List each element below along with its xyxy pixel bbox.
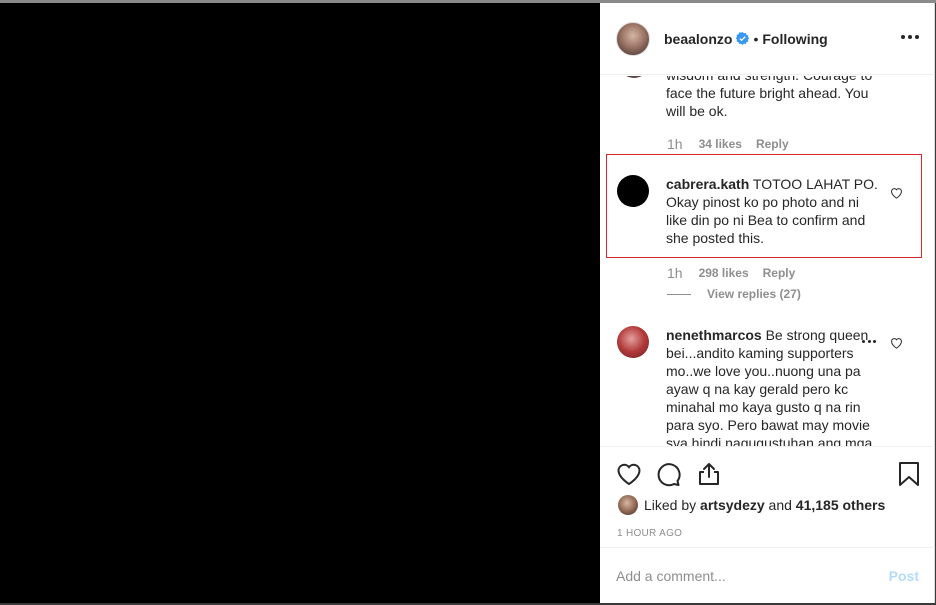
replies-line bbox=[667, 293, 691, 295]
comment-options-icon[interactable] bbox=[862, 340, 876, 343]
comments-list[interactable]: wisdom and strength. Courage to face the… bbox=[600, 76, 935, 446]
view-replies-label[interactable]: View replies (27) bbox=[707, 287, 801, 301]
comment-avatar[interactable] bbox=[617, 326, 649, 358]
comment-likes[interactable]: 34 likes bbox=[699, 137, 742, 151]
comment-body: Be strong queen bei...andito kaming supp… bbox=[666, 327, 873, 446]
comment-username[interactable]: cabrera.kath bbox=[666, 176, 749, 192]
comment-username[interactable]: nenethmarcos bbox=[666, 327, 762, 343]
post-timestamp[interactable]: 1 HOUR AGO bbox=[617, 528, 682, 539]
post-side-panel: beaalonzo • Following wisdom and strengt… bbox=[600, 3, 935, 603]
comment-input[interactable] bbox=[616, 567, 889, 584]
comment-text: wisdom and strength. Courage to face the… bbox=[666, 76, 872, 119]
author-avatar[interactable] bbox=[616, 21, 650, 56]
likes-summary: Liked by artsydezy and 41,185 others bbox=[618, 495, 885, 515]
post-header: beaalonzo • Following bbox=[600, 3, 935, 75]
liked-by-and: and bbox=[768, 497, 792, 513]
author-username[interactable]: beaalonzo bbox=[664, 31, 732, 47]
liked-by-prefix: Liked by bbox=[644, 497, 697, 513]
comment-meta: 1h 298 likes Reply bbox=[667, 265, 795, 281]
comment-likes[interactable]: 298 likes bbox=[699, 266, 749, 280]
like-heart-icon[interactable] bbox=[616, 461, 642, 487]
comment-form: Post bbox=[600, 547, 935, 603]
verified-badge-icon bbox=[736, 32, 750, 45]
bookmark-icon[interactable] bbox=[896, 461, 922, 487]
comment-avatar[interactable] bbox=[618, 76, 650, 78]
header-separator: • bbox=[753, 30, 759, 47]
liker-username[interactable]: artsydezy bbox=[700, 497, 765, 513]
post-comment-button[interactable]: Post bbox=[889, 568, 919, 584]
comment-text: nenethmarcos Be strong queen bei...andit… bbox=[666, 326, 881, 446]
comment-meta: 1h 34 likes Reply bbox=[667, 136, 789, 152]
post-image[interactable] bbox=[0, 3, 600, 603]
comment-like-icon[interactable] bbox=[890, 337, 903, 349]
likes-count[interactable]: 41,185 others bbox=[796, 497, 886, 513]
view-replies-button[interactable]: View replies (27) bbox=[667, 287, 801, 301]
more-options-icon[interactable] bbox=[901, 29, 919, 45]
comment-avatar[interactable] bbox=[617, 175, 649, 207]
following-button[interactable]: Following bbox=[762, 31, 827, 47]
reply-button[interactable]: Reply bbox=[763, 266, 796, 280]
comment-like-icon[interactable] bbox=[890, 187, 903, 199]
comment-bubble-icon[interactable] bbox=[656, 461, 682, 487]
liker-avatar[interactable] bbox=[618, 495, 638, 515]
share-icon[interactable] bbox=[696, 461, 722, 487]
comment-time[interactable]: 1h bbox=[667, 136, 683, 152]
reply-button[interactable]: Reply bbox=[756, 137, 789, 151]
comment-text: cabrera.kath TOTOO LAHAT PO. Okay pinost… bbox=[666, 175, 881, 247]
comment-time[interactable]: 1h bbox=[667, 265, 683, 281]
post-actions: Liked by artsydezy and 41,185 others 1 H… bbox=[600, 446, 935, 546]
